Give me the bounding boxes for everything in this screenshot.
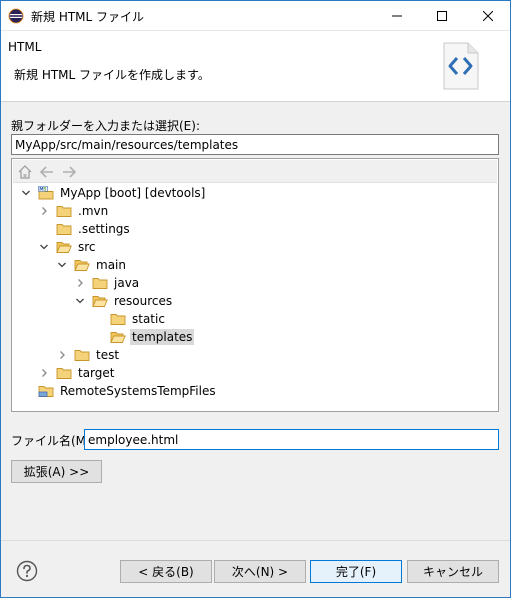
advanced-button[interactable]: 拡張(A) >> (11, 460, 102, 483)
back-arrow-icon[interactable] (39, 164, 55, 180)
maximize-button[interactable] (419, 0, 465, 31)
footer-separator (0, 540, 511, 541)
folder-icon (56, 366, 72, 380)
wizard-description: 新規 HTML ファイルを作成します。 (14, 68, 210, 82)
tree-item[interactable]: static (16, 310, 494, 328)
back-button[interactable]: < 戻る(B) (120, 560, 212, 583)
help-icon (16, 560, 38, 582)
help-button[interactable] (16, 560, 38, 582)
chevron-down-icon[interactable] (74, 295, 86, 307)
folder-icon (56, 204, 72, 218)
folder-open-icon (74, 258, 90, 272)
chevron-right-icon[interactable] (56, 349, 68, 361)
tree-item-label: java (114, 276, 140, 290)
wizard-title: HTML (8, 40, 42, 54)
chevron-right-icon[interactable] (74, 277, 86, 289)
chevron-down-icon[interactable] (20, 187, 32, 199)
parent-folder-input[interactable] (11, 134, 499, 155)
chevron-down-icon[interactable] (38, 241, 50, 253)
tree-item-label: test (96, 348, 120, 362)
tree-item[interactable]: resources (16, 292, 494, 310)
tree-item-label: resources (114, 294, 173, 308)
tree-item-label: .mvn (78, 204, 109, 218)
finish-button[interactable]: 完了(F) (310, 560, 402, 583)
tree-item-label: src (78, 240, 96, 254)
forward-arrow-icon[interactable] (61, 164, 77, 180)
folder-icon (56, 222, 72, 236)
window-title: 新規 HTML ファイル (31, 10, 145, 24)
project-icon: MS (38, 186, 54, 200)
folder-icon (92, 276, 108, 290)
tree-item[interactable]: test (16, 346, 494, 364)
tree-item[interactable]: java (16, 274, 494, 292)
folder-icon (74, 348, 90, 362)
tree-item-label: RemoteSystemsTempFiles (60, 384, 216, 398)
tree-item[interactable]: target (16, 364, 494, 382)
tree-item-label: MyApp [boot] [devtools] (60, 186, 206, 200)
tree-item-label: main (96, 258, 126, 272)
folder-tree[interactable]: M S MyApp [boot] [devtools] .mvn .settings sr… (11, 158, 499, 412)
cancel-button[interactable]: キャンセル (407, 560, 499, 583)
html-file-icon (440, 41, 480, 91)
tree-item[interactable]: src (16, 238, 494, 256)
wizard-header: HTML 新規 HTML ファイルを作成します。 (0, 31, 511, 102)
folder-open-icon (56, 240, 72, 254)
chevron-right-icon[interactable] (38, 367, 50, 379)
tree-item[interactable]: main (16, 256, 494, 274)
tree-item-label: templates (130, 329, 195, 345)
close-icon (483, 10, 493, 21)
file-name-input[interactable] (84, 429, 499, 450)
chevron-right-icon[interactable] (38, 205, 50, 217)
title-bar[interactable]: 新規 HTML ファイル (0, 0, 511, 31)
minimize-button[interactable] (374, 0, 420, 31)
tree-toolbar (13, 160, 497, 183)
next-button[interactable]: 次へ(N) > (214, 560, 306, 583)
tree-item-label: .settings (78, 222, 130, 236)
file-name-label: ファイル名(M): (11, 434, 95, 448)
tree-item[interactable]: RemoteSystemsTempFiles (16, 382, 494, 400)
tree-item[interactable]: M S MyApp [boot] [devtools] (16, 184, 494, 202)
minimize-icon (392, 15, 402, 16)
svg-text:S: S (43, 186, 46, 192)
tree-item[interactable]: .settings (16, 220, 494, 238)
tree-item[interactable]: .mvn (16, 202, 494, 220)
folder-icon (110, 312, 126, 326)
close-button[interactable] (465, 0, 511, 31)
folder-open-icon (92, 294, 108, 308)
folder-open-icon (110, 330, 126, 344)
eclipse-app-icon (8, 8, 24, 24)
tree-item-label: target (78, 366, 115, 380)
tree-item[interactable]: templates (16, 328, 494, 346)
chevron-down-icon[interactable] (56, 259, 68, 271)
parent-folder-label: 親フォルダーを入力または選択(E): (11, 119, 200, 133)
tree-rows: M S MyApp [boot] [devtools] .mvn .settings sr… (16, 184, 494, 400)
home-icon[interactable] (17, 164, 33, 180)
tree-item-label: static (132, 312, 165, 326)
maximize-icon (437, 10, 447, 21)
remote-project-icon (38, 384, 54, 398)
